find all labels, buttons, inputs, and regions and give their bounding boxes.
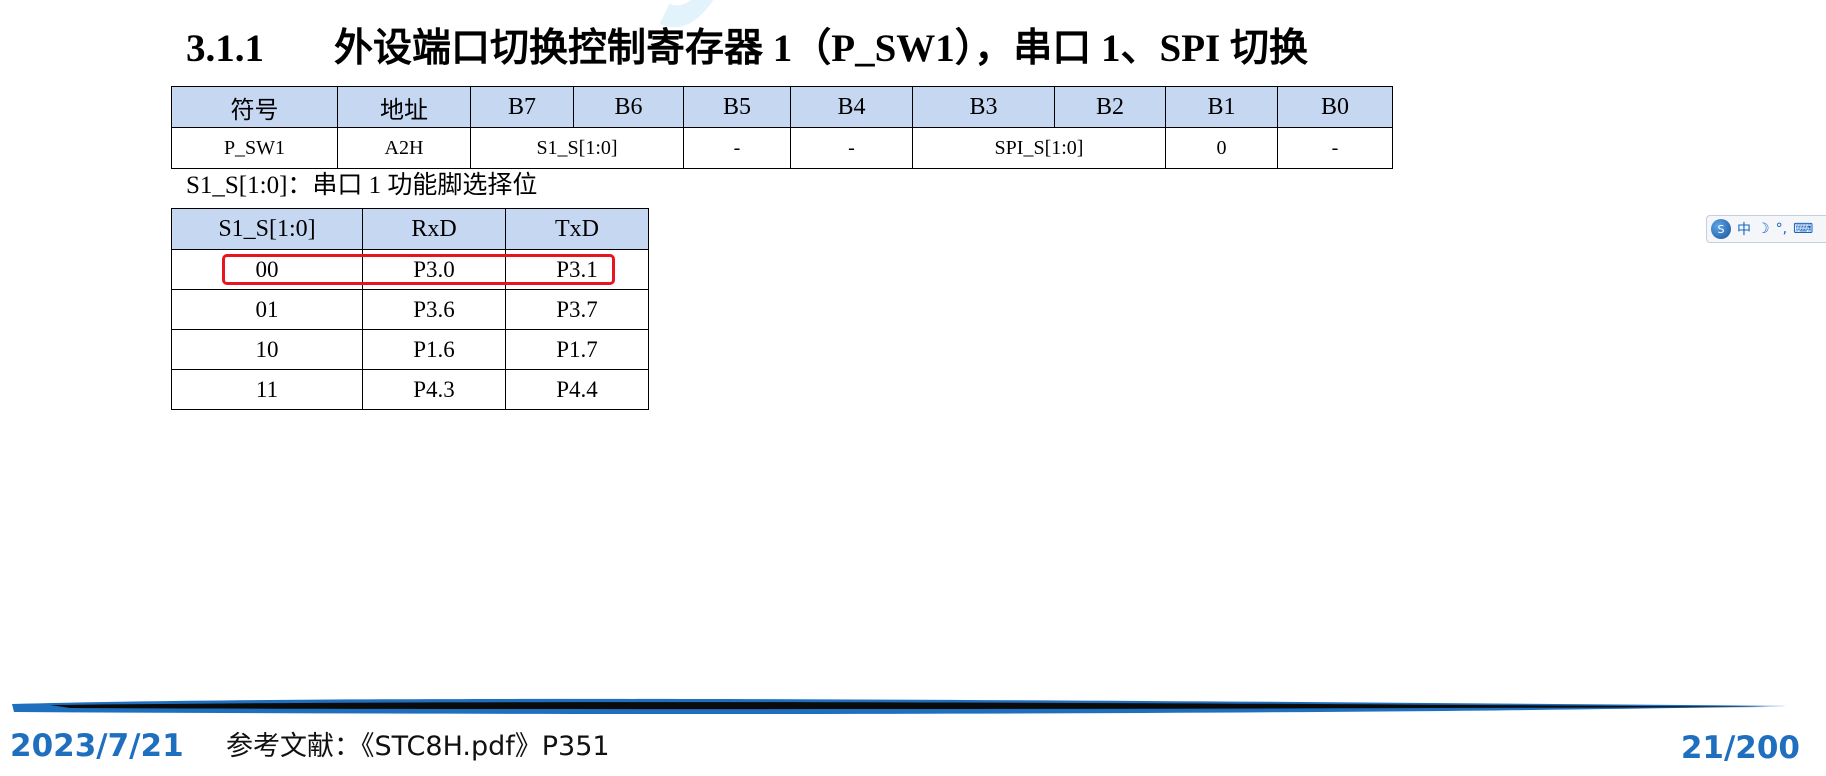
register-table: 符号 地址 B7 B6 B5 B4 B3 B2 B1 B0 P_SW1 A2H … (171, 86, 1393, 169)
pin-header-row: S1_S[1:0] RxD TxD (171, 208, 649, 250)
page-number: 21/200 (1680, 730, 1800, 766)
cell-rxd: P1.6 (362, 329, 506, 370)
cell-txd: P3.7 (505, 289, 649, 330)
header-s1-s: S1_S[1:0] (171, 208, 363, 250)
header-b0: B0 (1277, 86, 1393, 128)
register-header-row: 符号 地址 B7 B6 B5 B4 B3 B2 B1 B0 (171, 86, 1393, 128)
ime-mode-label[interactable]: 中 (1737, 219, 1751, 239)
cell-symbol: P_SW1 (171, 127, 338, 169)
ime-toolbar[interactable]: S 中 ☽ °, ⌨ (1706, 215, 1826, 243)
table-row: 11 P4.3 P4.4 (171, 369, 649, 410)
cell-address: A2H (337, 127, 471, 169)
register-value-row: P_SW1 A2H S1_S[1:0] - - SPI_S[1:0] 0 - (171, 127, 1393, 169)
table-row: 10 P1.6 P1.7 (171, 329, 649, 370)
cell-b3-b2: SPI_S[1:0] (912, 127, 1166, 169)
header-b3: B3 (912, 86, 1055, 128)
header-b5: B5 (683, 86, 791, 128)
header-b2: B2 (1054, 86, 1166, 128)
header-b7: B7 (470, 86, 574, 128)
header-txd: TxD (505, 208, 649, 250)
moon-icon[interactable]: ☽ (1757, 221, 1770, 237)
footer-reference: 参考文献：《STC8H.pdf》P351 (226, 731, 610, 762)
cell-select: 01 (171, 289, 363, 330)
section-heading: 3.1.1 外设端口切换控制寄存器 1（P_SW1），串口 1、SPI 切换 (186, 24, 1308, 74)
footer-date: 2023/7/21 (10, 728, 184, 764)
punctuation-icon[interactable]: °, (1776, 221, 1787, 237)
header-b6: B6 (573, 86, 684, 128)
table-row: 01 P3.6 P3.7 (171, 289, 649, 330)
header-symbol: 符号 (171, 86, 338, 128)
cell-rxd: P3.6 (362, 289, 506, 330)
header-b1: B1 (1165, 86, 1278, 128)
sogou-logo-icon[interactable]: S (1711, 219, 1731, 239)
cell-b7-b6: S1_S[1:0] (470, 127, 684, 169)
section-number: 3.1.1 (186, 27, 264, 70)
header-rxd: RxD (362, 208, 506, 250)
cell-txd: P4.4 (505, 369, 649, 410)
pin-select-table: S1_S[1:0] RxD TxD 00 P3.0 P3.1 01 P3.6 P… (171, 208, 649, 410)
header-b4: B4 (790, 86, 913, 128)
keyboard-icon[interactable]: ⌨ (1793, 221, 1813, 237)
header-address: 地址 (337, 86, 471, 128)
cell-rxd: P4.3 (362, 369, 506, 410)
cell-b0: - (1277, 127, 1393, 169)
cell-select: 10 (171, 329, 363, 370)
section-title: 外设端口切换控制寄存器 1（P_SW1），串口 1、SPI 切换 (334, 27, 1308, 70)
cell-b4: - (790, 127, 913, 169)
cell-select: 11 (171, 369, 363, 410)
cell-b5: - (683, 127, 791, 169)
select-caption: S1_S[1:0]：串口 1 功能脚选择位 (186, 172, 538, 199)
highlight-box-row-00 (222, 254, 615, 285)
brush-divider (12, 698, 1786, 714)
cell-b1: 0 (1165, 127, 1278, 169)
cell-txd: P1.7 (505, 329, 649, 370)
